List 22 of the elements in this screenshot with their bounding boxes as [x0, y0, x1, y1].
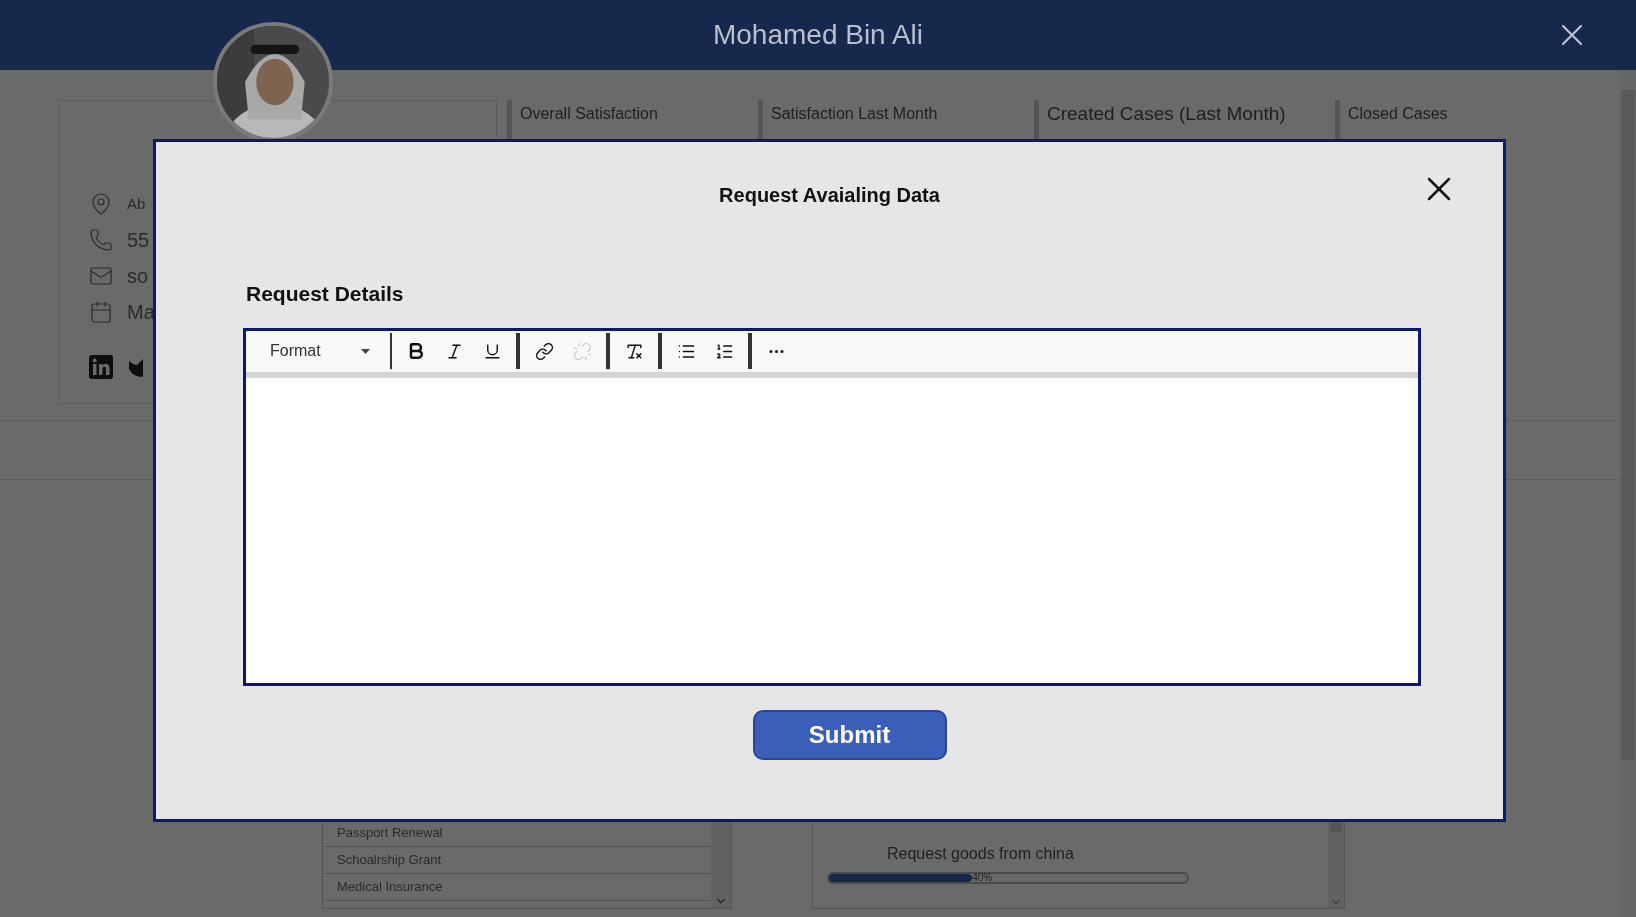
- social-logo-icon: [89, 355, 113, 379]
- rich-text-editor[interactable]: Format: [243, 327, 1421, 686]
- request-title: Request goods from china: [886, 844, 1075, 864]
- profile-detail: so: [127, 264, 149, 289]
- profile-detail: Ma: [127, 300, 155, 325]
- email-icon: [89, 264, 113, 288]
- progress-reading: 40%: [972, 871, 993, 885]
- dialog-title: Request Avaialing Data: [719, 183, 940, 208]
- format-dropdown[interactable]: Format: [260, 339, 390, 363]
- caret-icon: [361, 348, 370, 354]
- location-icon: [89, 192, 113, 216]
- stat-heading: Satisfaction Last Month: [771, 104, 938, 124]
- profile-detail: Ab: [127, 193, 146, 214]
- calendar-icon: [89, 300, 113, 324]
- profile-detail: 55: [127, 228, 150, 253]
- stat-heading: Overall Satisfaction: [520, 104, 658, 124]
- section-label: Request Details: [246, 281, 405, 307]
- phone-icon: [89, 228, 113, 252]
- header-title: Mohamed Bin Ali: [712, 18, 924, 52]
- submit-button[interactable]: Submit: [752, 709, 947, 760]
- stat-heading: Closed Cases: [1348, 104, 1448, 124]
- stat-heading: Created Cases (Last Month): [1047, 102, 1286, 126]
